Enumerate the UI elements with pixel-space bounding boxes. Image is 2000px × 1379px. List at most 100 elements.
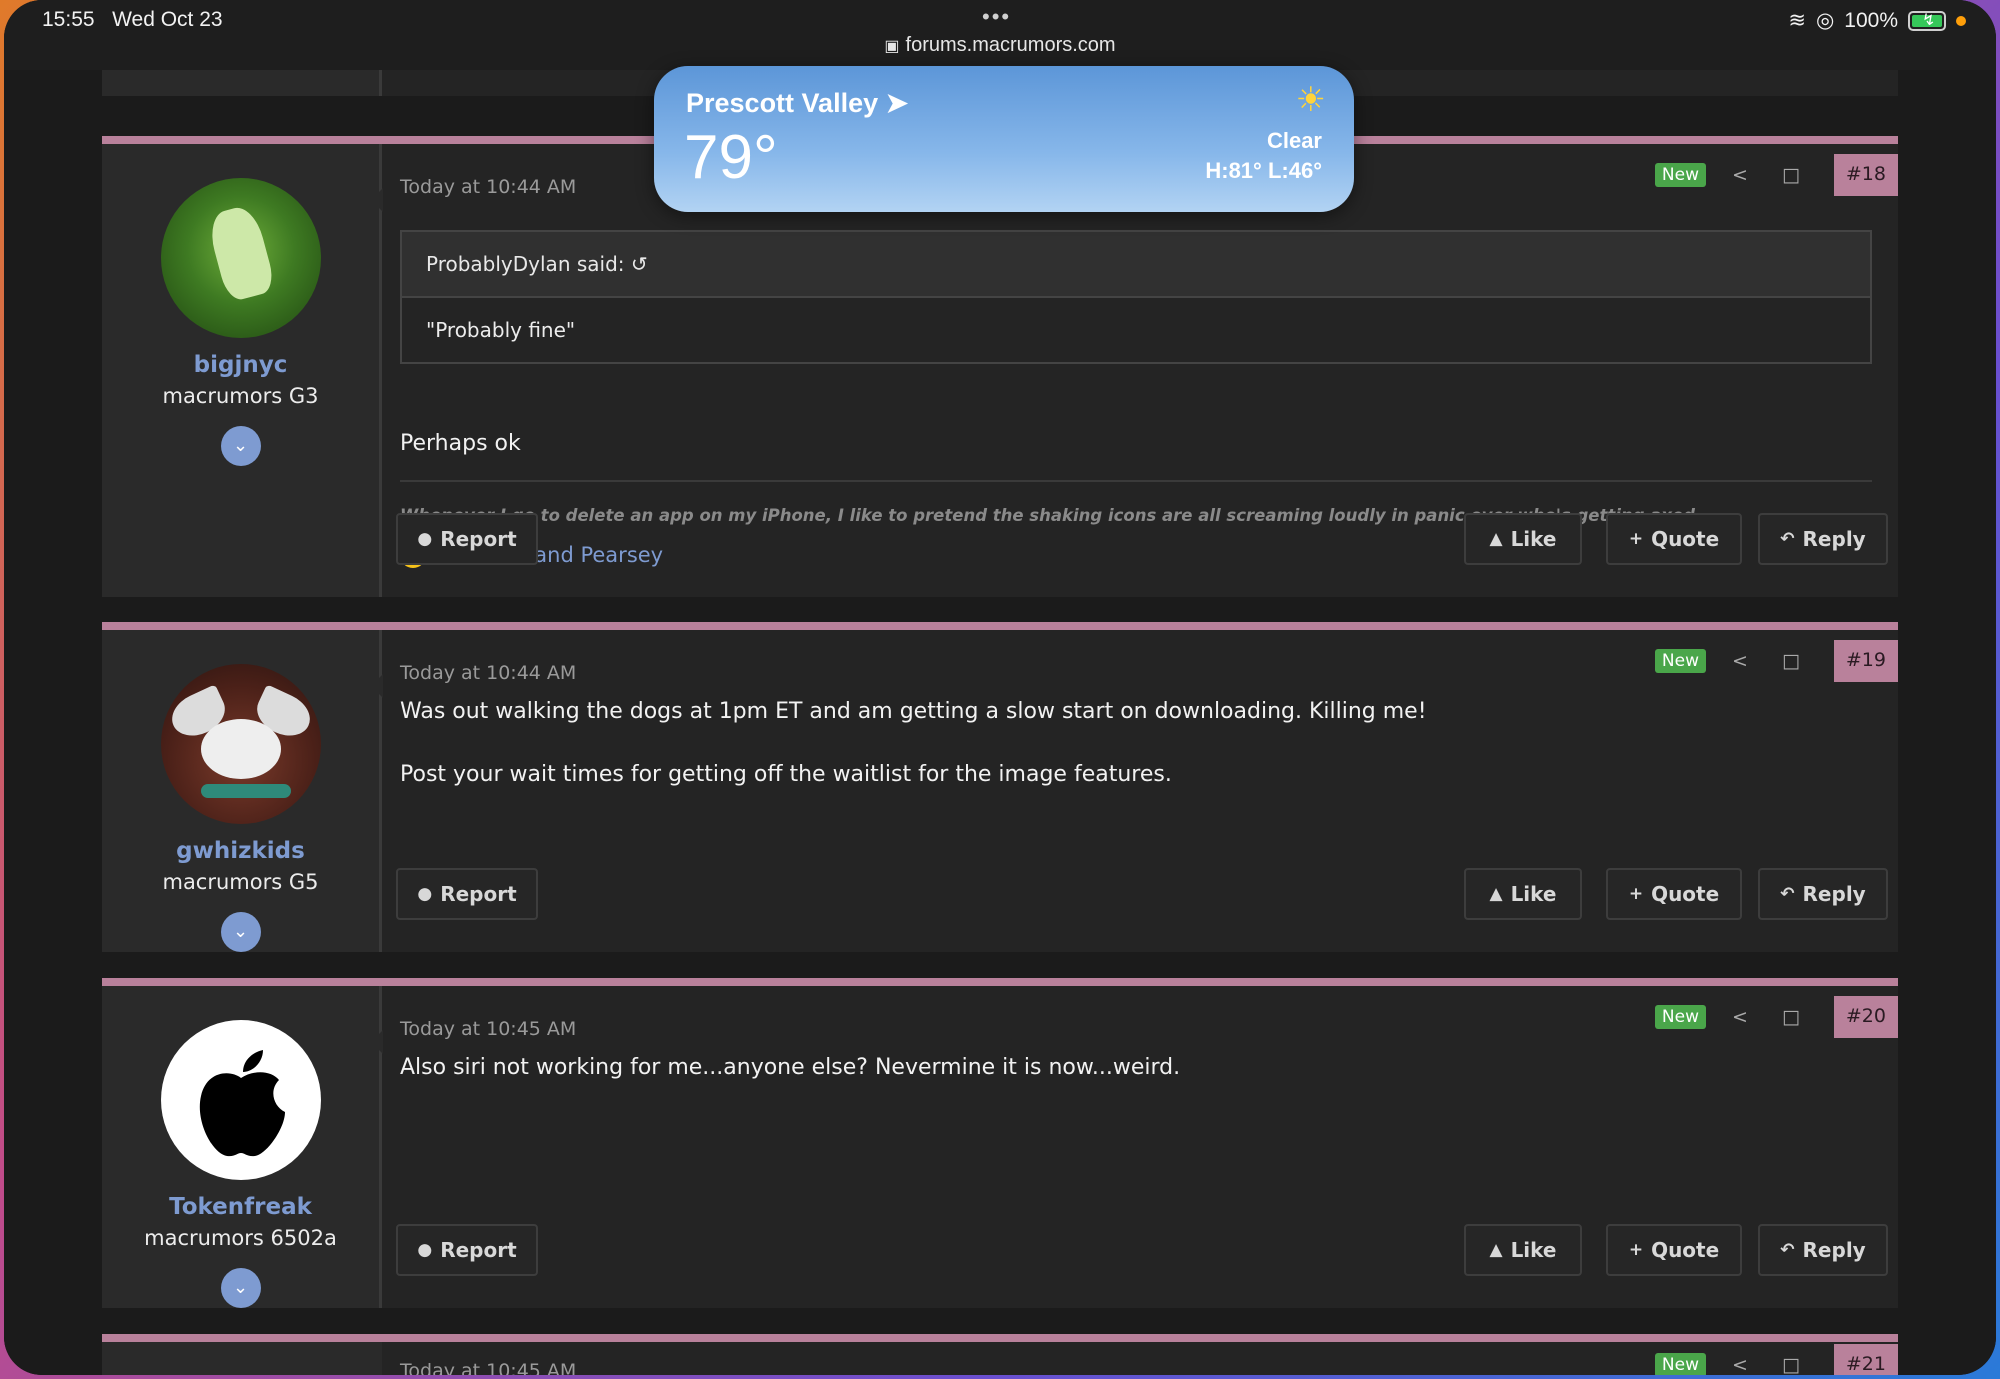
post-body: Perhaps ok: [400, 431, 521, 456]
username[interactable]: bigjnyc: [102, 352, 379, 378]
post-tools: New < □ #18: [1654, 154, 1898, 196]
battery-icon: ↯: [1908, 10, 1946, 31]
status-indicators: ≋ ◎ 100% ↯: [1788, 8, 1966, 33]
like-button[interactable]: ▲ Like: [1464, 513, 1582, 565]
quote-author[interactable]: ProbablyDylan said:: [426, 252, 625, 276]
reply-arrow-icon: ↶: [1780, 529, 1795, 549]
reply-button[interactable]: ↶ Reply: [1758, 1224, 1888, 1276]
reply-arrow-icon: ↶: [1780, 884, 1795, 904]
post-timestamp[interactable]: Today at 10:45 AM: [400, 1018, 576, 1040]
post-number[interactable]: #18: [1833, 154, 1898, 196]
report-button[interactable]: ● Report: [396, 1224, 538, 1276]
reply-button[interactable]: ↶ Reply: [1758, 868, 1888, 920]
post-body: Also siri not working for me...anyone el…: [400, 1055, 1181, 1080]
battery-percent: 100%: [1844, 8, 1898, 32]
report-button[interactable]: ● Report: [396, 513, 538, 565]
post-sidebar: Tokenfreak macrumors 6502a ⌄: [102, 986, 382, 1308]
username[interactable]: gwhizkids: [102, 838, 379, 864]
chevron-down-icon[interactable]: ⌄: [220, 912, 261, 952]
post-content: Today at 10:45 AM New < □ #21: [400, 1342, 1898, 1375]
weather-temperature: 79°: [684, 123, 778, 192]
sidebar-pointer: [371, 188, 383, 212]
bookmark-icon[interactable]: □: [1782, 1006, 1800, 1028]
new-badge: New: [1654, 649, 1707, 673]
share-icon[interactable]: <: [1732, 1006, 1748, 1028]
wifi-icon: ≋: [1788, 9, 1806, 32]
quote-button[interactable]: + Quote: [1606, 1224, 1742, 1276]
thumbs-up-icon: ▲: [1489, 1240, 1503, 1260]
post-body-line-1: Was out walking the dogs at 1pm ET and a…: [400, 699, 1427, 724]
avatar[interactable]: [160, 664, 321, 824]
reply-button[interactable]: ↶ Reply: [1758, 513, 1888, 565]
like-button[interactable]: ▲ Like: [1464, 868, 1582, 920]
bookmark-icon[interactable]: □: [1782, 164, 1800, 186]
chevron-down-icon[interactable]: ⌄: [220, 1268, 261, 1308]
new-badge: New: [1654, 163, 1707, 187]
like-button[interactable]: ▲ Like: [1464, 1224, 1582, 1276]
share-icon[interactable]: <: [1732, 1354, 1748, 1375]
quote-block: ProbablyDylan said: ↺ "Probably fine": [400, 230, 1872, 364]
bookmark-icon[interactable]: □: [1782, 650, 1800, 672]
post-number[interactable]: #19: [1833, 640, 1898, 682]
status-bar: 15:55 Wed Oct 23 ••• ▣ forums.macrumors.c…: [4, 0, 1996, 70]
share-icon[interactable]: <: [1732, 164, 1748, 186]
forum-thread: bigjnyc macrumors G3 ⌄ Today at 10:44 AM…: [4, 56, 1996, 1375]
reply-arrow-icon: ↶: [1780, 1240, 1795, 1260]
mic-indicator-dot: [1956, 15, 1966, 26]
quote-button[interactable]: + Quote: [1606, 868, 1742, 920]
quote-button[interactable]: + Quote: [1606, 513, 1742, 565]
thumbs-up-icon: ▲: [1489, 884, 1503, 904]
lock-icon: ▣: [884, 38, 900, 55]
user-title: macrumors G5: [162, 870, 319, 894]
avatar[interactable]: [160, 1020, 321, 1180]
chevron-down-icon[interactable]: ⌄: [220, 426, 261, 466]
post-number[interactable]: #21: [1833, 1344, 1898, 1375]
post-21: Today at 10:45 AM New < □ #21: [102, 1334, 1898, 1375]
plus-icon: +: [1628, 884, 1644, 904]
alert-icon: ●: [417, 884, 433, 904]
url-bar[interactable]: ▣ forums.macrumors.com: [4, 34, 1996, 57]
sun-icon: ☀: [1295, 81, 1326, 119]
plus-icon: +: [1628, 1240, 1644, 1260]
sidebar-pointer: [371, 674, 383, 698]
bookmark-icon[interactable]: □: [1782, 1354, 1800, 1375]
post-actions: ● Report ▲ Like + Quote ↶ Reply: [396, 513, 1888, 565]
weather-high-low: H:81° L:46°: [1205, 158, 1322, 183]
ipad-screen: bigjnyc macrumors G3 ⌄ Today at 10:44 AM…: [4, 0, 1996, 1375]
weather-condition: Clear: [1266, 128, 1322, 153]
post-tools: New < □ #20: [1654, 996, 1898, 1038]
post-timestamp[interactable]: Today at 10:45 AM: [400, 1360, 576, 1375]
orientation-lock-icon: ◎: [1815, 9, 1835, 32]
post-sidebar: gwhizkids macrumors G5 ⌄: [102, 630, 382, 952]
post-number[interactable]: #20: [1833, 996, 1898, 1038]
post-20: Tokenfreak macrumors 6502a ⌄ Today at 10…: [102, 978, 1898, 1308]
post-19: gwhizkids macrumors G5 ⌄ Today at 10:44 …: [102, 622, 1898, 952]
post-sidebar: [102, 1342, 382, 1375]
jump-to-quote-icon[interactable]: ↺: [631, 252, 648, 276]
apple-logo-icon: [199, 1050, 285, 1157]
report-button[interactable]: ● Report: [396, 868, 538, 920]
sidebar-pointer: [371, 1030, 383, 1054]
multitasking-dots-icon[interactable]: •••: [982, 4, 1011, 30]
quote-header[interactable]: ProbablyDylan said: ↺: [402, 232, 1870, 298]
new-badge: New: [1654, 1005, 1707, 1029]
location-arrow-icon: ➤: [885, 88, 909, 118]
post-content: Today at 10:44 AM New < □ #19 Was out wa…: [396, 630, 1898, 952]
new-badge: New: [1654, 1353, 1707, 1375]
post-timestamp[interactable]: Today at 10:44 AM: [400, 662, 576, 684]
post-sidebar: bigjnyc macrumors G3 ⌄: [102, 144, 382, 597]
quote-text: "Probably fine": [426, 318, 576, 342]
plus-icon: +: [1628, 529, 1644, 549]
weather-notification[interactable]: Prescott Valley ➤ 79° ☀ Clear H:81° L:46…: [654, 66, 1354, 212]
post-body-line-2: Post your wait times for getting off the…: [400, 762, 1172, 787]
share-icon[interactable]: <: [1732, 650, 1748, 672]
post-timestamp[interactable]: Today at 10:44 AM: [400, 176, 576, 198]
username[interactable]: Tokenfreak: [102, 1194, 379, 1220]
avatar[interactable]: [160, 178, 321, 338]
post-tools: New < □ #19: [1654, 640, 1898, 682]
signature-divider: [400, 480, 1872, 482]
post-content: Today at 10:45 AM New < □ #20 Also siri …: [396, 986, 1898, 1308]
weather-city: Prescott Valley ➤: [686, 88, 909, 118]
status-time: 15:55 Wed Oct 23: [42, 8, 223, 31]
post-tools: New < □ #21: [1654, 1344, 1898, 1375]
